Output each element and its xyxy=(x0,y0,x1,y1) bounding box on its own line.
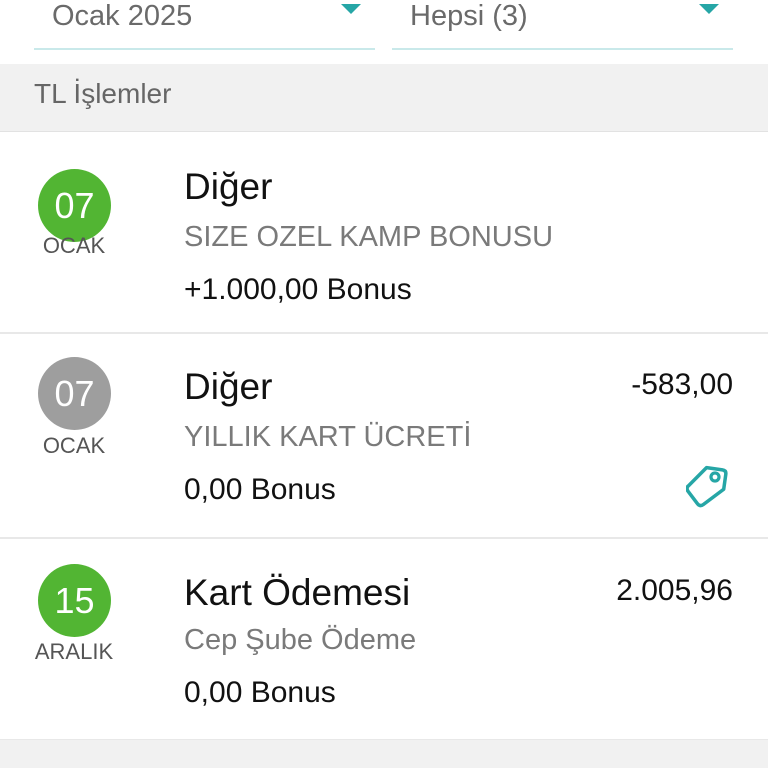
date-day: 07 xyxy=(54,373,95,414)
list-footer xyxy=(0,740,768,768)
category-dropdown-value: Hepsi (3) xyxy=(410,0,528,32)
date-day: 15 xyxy=(54,580,95,621)
chevron-down-icon xyxy=(341,4,361,14)
date-day: 07 xyxy=(54,185,95,226)
transaction-bonus: 0,00 Bonus xyxy=(184,473,336,506)
date-badge: 07 xyxy=(38,357,111,430)
category-dropdown[interactable]: Hepsi (3) xyxy=(392,0,733,50)
date-month: OCAK xyxy=(42,233,106,258)
date-badge: 07 xyxy=(38,169,111,242)
month-dropdown[interactable]: Ocak 2025 xyxy=(34,0,375,50)
date-month: OCAK xyxy=(42,433,106,458)
month-dropdown-value: Ocak 2025 xyxy=(52,0,193,32)
date-badge: 15 xyxy=(38,564,111,637)
transaction-description: SIZE OZEL KAMP BONUSU xyxy=(184,221,554,253)
transaction-description: YILLIK KART ÜCRETİ xyxy=(184,421,472,453)
section-title: TL İşlemler xyxy=(34,78,172,109)
transaction-title: Kart Ödemesi xyxy=(184,572,411,613)
tag-icon[interactable] xyxy=(686,464,730,508)
transaction-title: Diğer xyxy=(184,166,273,207)
filter-bar: Ocak 2025 Hepsi (3) xyxy=(0,0,768,64)
transaction-title: Diğer xyxy=(184,366,273,407)
transaction-row[interactable]: 15 ARALIK Kart Ödemesi Cep Şube Ödeme 0,… xyxy=(0,539,768,741)
transaction-amount: -583,00 xyxy=(631,368,733,401)
transaction-row[interactable]: 07 OCAK Diğer YILLIK KART ÜCRETİ 0,00 Bo… xyxy=(0,334,768,539)
transaction-amount: 2.005,96 xyxy=(616,574,733,607)
transaction-bonus: 0,00 Bonus xyxy=(184,676,336,709)
section-header: TL İşlemler xyxy=(0,64,768,132)
chevron-down-icon xyxy=(699,4,719,14)
transaction-bonus: +1.000,00 Bonus xyxy=(184,273,412,306)
date-month: ARALIK xyxy=(34,639,114,664)
transaction-description: Cep Şube Ödeme xyxy=(184,624,417,656)
transaction-row[interactable]: 07 OCAK Diğer SIZE OZEL KAMP BONUSU +1.0… xyxy=(0,132,768,334)
